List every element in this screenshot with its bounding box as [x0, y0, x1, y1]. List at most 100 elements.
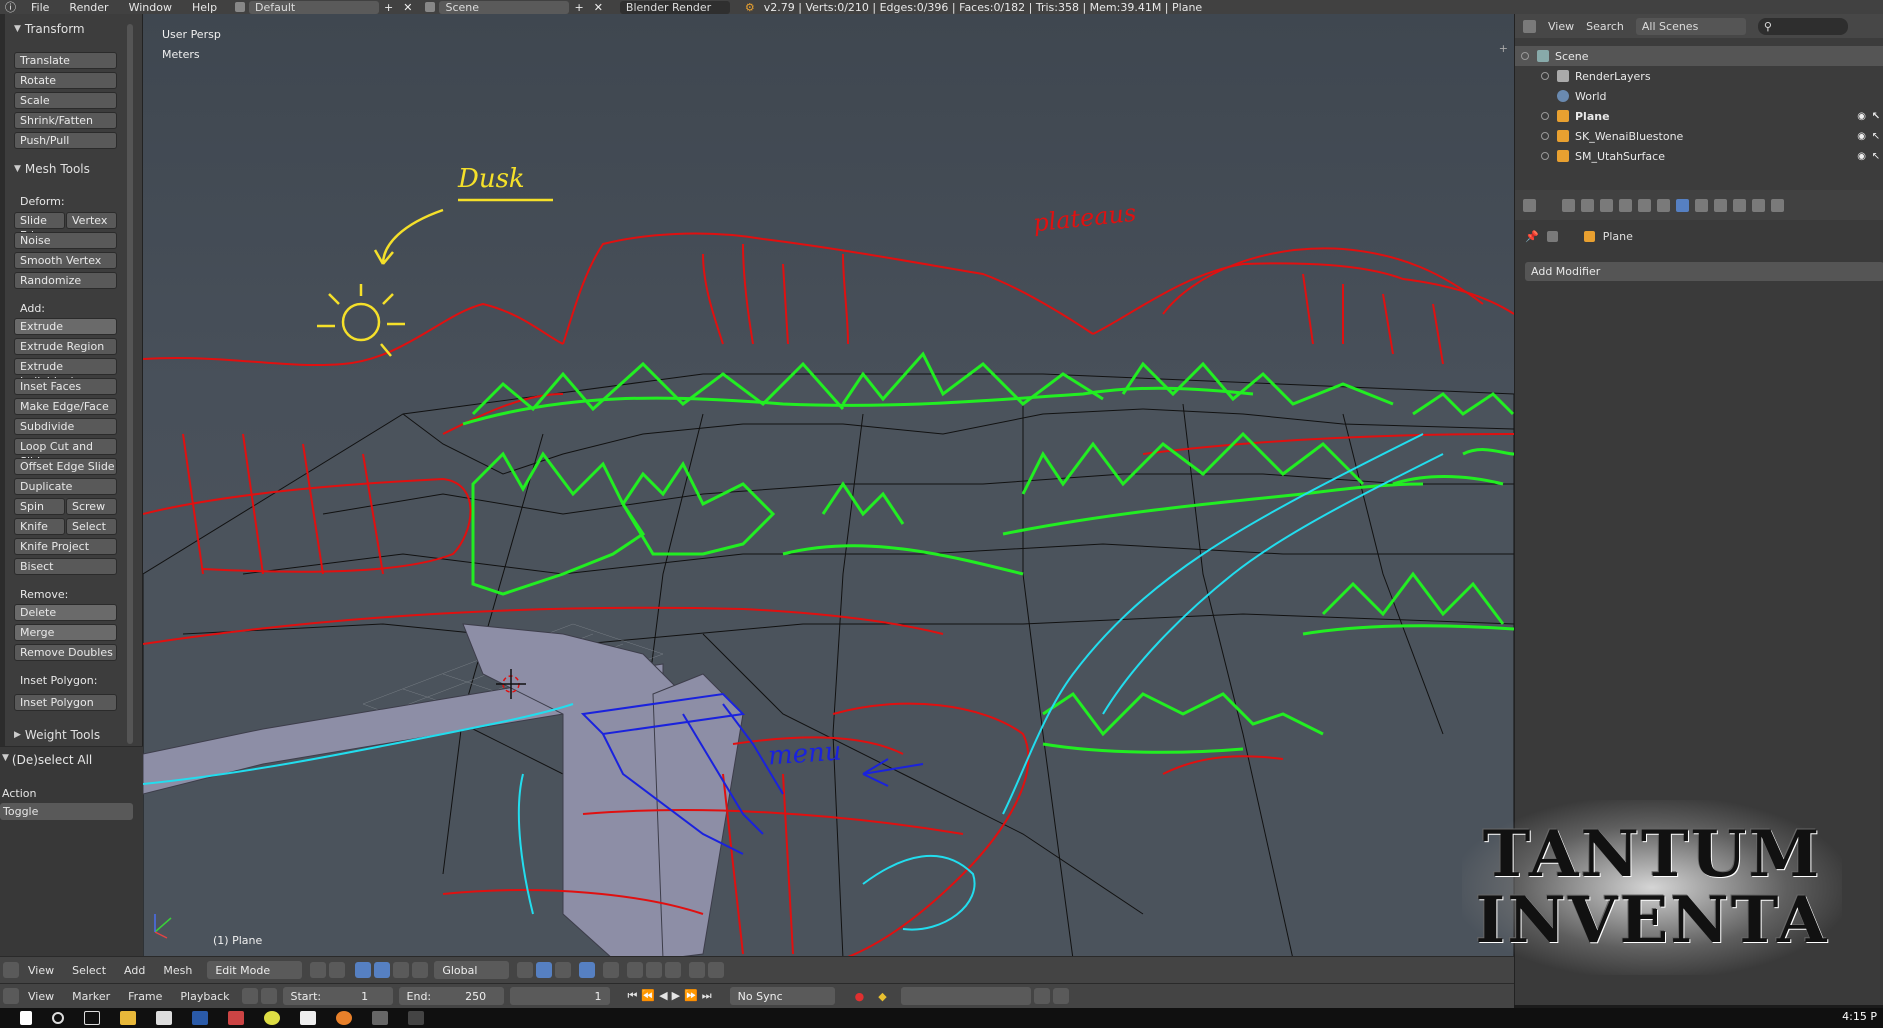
- epic-launcher-icon[interactable]: [408, 1011, 424, 1025]
- add-modifier-dropdown[interactable]: Add Modifier: [1525, 262, 1883, 281]
- screen-layout-dropdown[interactable]: Default: [249, 0, 380, 14]
- knife-select-button[interactable]: Select: [66, 518, 117, 535]
- add-scene-icon[interactable]: +: [569, 1, 588, 14]
- mesh-tools-panel-header[interactable]: ▼ Mesh Tools: [14, 162, 90, 176]
- scene-tab-icon[interactable]: [1600, 198, 1613, 212]
- info-icon[interactable]: ⓘ: [0, 0, 21, 14]
- 3d-viewport[interactable]: User Persp Meters (1) Plane Dusk plateau…: [143, 14, 1514, 959]
- translate-manipulator-icon[interactable]: [374, 962, 391, 978]
- delete-keyframe-icon[interactable]: [1052, 988, 1069, 1004]
- photoshop-icon[interactable]: [192, 1011, 208, 1025]
- play-reverse-icon[interactable]: ◀: [659, 989, 671, 1002]
- snap-target-icon[interactable]: [665, 962, 682, 978]
- scene-icon[interactable]: [425, 2, 436, 12]
- mode-dropdown[interactable]: Edit Mode: [207, 961, 303, 979]
- blender-icon[interactable]: [336, 1011, 352, 1025]
- randomize-button[interactable]: Randomize: [14, 272, 117, 289]
- outliner-row-renderlayers[interactable]: RenderLayers: [1515, 66, 1883, 86]
- pin-icon[interactable]: 📌: [1525, 230, 1539, 243]
- view3d-add-menu[interactable]: Add: [115, 964, 154, 977]
- rotate-manipulator-icon[interactable]: [393, 962, 410, 978]
- selectable-arrow-icon[interactable]: ↖: [1872, 111, 1880, 122]
- opengl-render-icon[interactable]: [689, 962, 706, 978]
- inset-faces-button[interactable]: Inset Faces: [14, 378, 117, 395]
- expand-icon[interactable]: [1541, 72, 1549, 80]
- scale-manipulator-icon[interactable]: [412, 962, 429, 978]
- vertex-select-icon[interactable]: [517, 962, 534, 978]
- view3d-mesh-menu[interactable]: Mesh: [154, 964, 201, 977]
- outliner-filter-dropdown[interactable]: All Scenes: [1635, 17, 1746, 35]
- particles-tab-icon[interactable]: [1752, 198, 1765, 212]
- timeline-frame-menu[interactable]: Frame: [119, 990, 171, 1003]
- keying-set-field[interactable]: [900, 987, 1031, 1005]
- merge-button[interactable]: Merge: [14, 624, 117, 641]
- remove-scene-icon[interactable]: ✕: [589, 1, 608, 14]
- end-frame-field[interactable]: End: 250: [398, 987, 504, 1005]
- remove-doubles-button[interactable]: Remove Doubles: [14, 644, 117, 661]
- file-explorer-icon[interactable]: [120, 1011, 136, 1025]
- expand-icon[interactable]: [1521, 52, 1529, 60]
- modifiers-tab-icon[interactable]: [1676, 198, 1689, 212]
- lock-icon[interactable]: [260, 988, 277, 1004]
- extrude-region-button[interactable]: Extrude Region: [14, 338, 117, 355]
- transform-orientation-dropdown[interactable]: Global: [434, 961, 510, 979]
- scale-button[interactable]: Scale: [14, 92, 117, 109]
- app-icon[interactable]: [372, 1011, 388, 1025]
- screen-layout-icon[interactable]: [235, 2, 246, 12]
- outliner-view-menu[interactable]: View: [1548, 20, 1574, 33]
- world-tab-icon[interactable]: [1619, 198, 1632, 212]
- snap-icon[interactable]: [627, 962, 644, 978]
- outliner-row-sm-utahsurface[interactable]: SM_UtahSurface ◉ ↖: [1515, 146, 1883, 166]
- subdivide-button[interactable]: Subdivide: [14, 418, 117, 435]
- knife-project-button[interactable]: Knife Project: [14, 538, 117, 555]
- menu-help[interactable]: Help: [182, 1, 227, 14]
- outliner-search-field[interactable]: ⚲: [1757, 17, 1848, 35]
- record-icon[interactable]: ●: [855, 990, 865, 1003]
- editor-type-icon[interactable]: [3, 988, 19, 1004]
- expand-icon[interactable]: [1541, 132, 1549, 140]
- offset-edge-slide-button[interactable]: Offset Edge Slide: [14, 458, 117, 475]
- expand-icon[interactable]: [1541, 112, 1549, 120]
- timeline-playback-menu[interactable]: Playback: [171, 990, 238, 1003]
- store-icon[interactable]: [156, 1011, 172, 1025]
- remove-screen-icon[interactable]: ✕: [398, 1, 417, 14]
- translate-button[interactable]: Translate: [14, 52, 117, 69]
- viewport-scene[interactable]: [143, 14, 1514, 959]
- keyframe-icon[interactable]: ◆: [878, 990, 886, 1003]
- start-frame-field[interactable]: Start: 1: [282, 987, 393, 1005]
- loop-cut-button[interactable]: Loop Cut and Slide: [14, 438, 117, 468]
- menu-file[interactable]: File: [21, 1, 59, 14]
- view3d-select-menu[interactable]: Select: [63, 964, 115, 977]
- jump-start-icon[interactable]: ⏮: [628, 989, 642, 1002]
- timeline-marker-menu[interactable]: Marker: [63, 990, 119, 1003]
- play-icon[interactable]: ▶: [672, 989, 684, 1002]
- spin-button[interactable]: Spin: [14, 498, 65, 515]
- extrude-button[interactable]: Extrude: [14, 318, 117, 335]
- screw-button[interactable]: Screw: [66, 498, 117, 515]
- action-dropdown[interactable]: Toggle: [0, 803, 133, 820]
- task-view-icon[interactable]: [84, 1011, 100, 1025]
- extrude-individual-button[interactable]: Extrude Individual: [14, 358, 117, 388]
- bisect-button[interactable]: Bisect: [14, 558, 117, 575]
- current-frame-field[interactable]: 1: [509, 987, 610, 1005]
- editor-type-icon[interactable]: [3, 962, 19, 978]
- face-select-icon[interactable]: [555, 962, 572, 978]
- render-engine-dropdown[interactable]: Blender Render: [619, 0, 730, 14]
- shrink-fatten-button[interactable]: Shrink/Fatten: [14, 112, 117, 129]
- jump-keyframe-back-icon[interactable]: ⏪: [641, 989, 659, 1002]
- editor-type-icon[interactable]: [1523, 198, 1536, 212]
- outliner-row-world[interactable]: World: [1515, 86, 1883, 106]
- chrome-icon[interactable]: [264, 1011, 280, 1025]
- slide-vertex-button[interactable]: Vertex: [66, 212, 117, 229]
- edge-select-icon[interactable]: [536, 962, 553, 978]
- windows-start-icon[interactable]: [20, 1011, 32, 1025]
- scene-dropdown[interactable]: Scene: [439, 0, 570, 14]
- app-icon[interactable]: [228, 1011, 244, 1025]
- opengl-animation-icon[interactable]: [708, 962, 725, 978]
- selectable-arrow-icon[interactable]: ↖: [1872, 131, 1880, 142]
- selectable-arrow-icon[interactable]: ↖: [1872, 151, 1880, 162]
- make-edge-face-button[interactable]: Make Edge/Face: [14, 398, 117, 415]
- duplicate-button[interactable]: Duplicate: [14, 478, 117, 495]
- manipulator-toggle-icon[interactable]: [355, 962, 372, 978]
- physics-tab-icon[interactable]: [1771, 198, 1784, 212]
